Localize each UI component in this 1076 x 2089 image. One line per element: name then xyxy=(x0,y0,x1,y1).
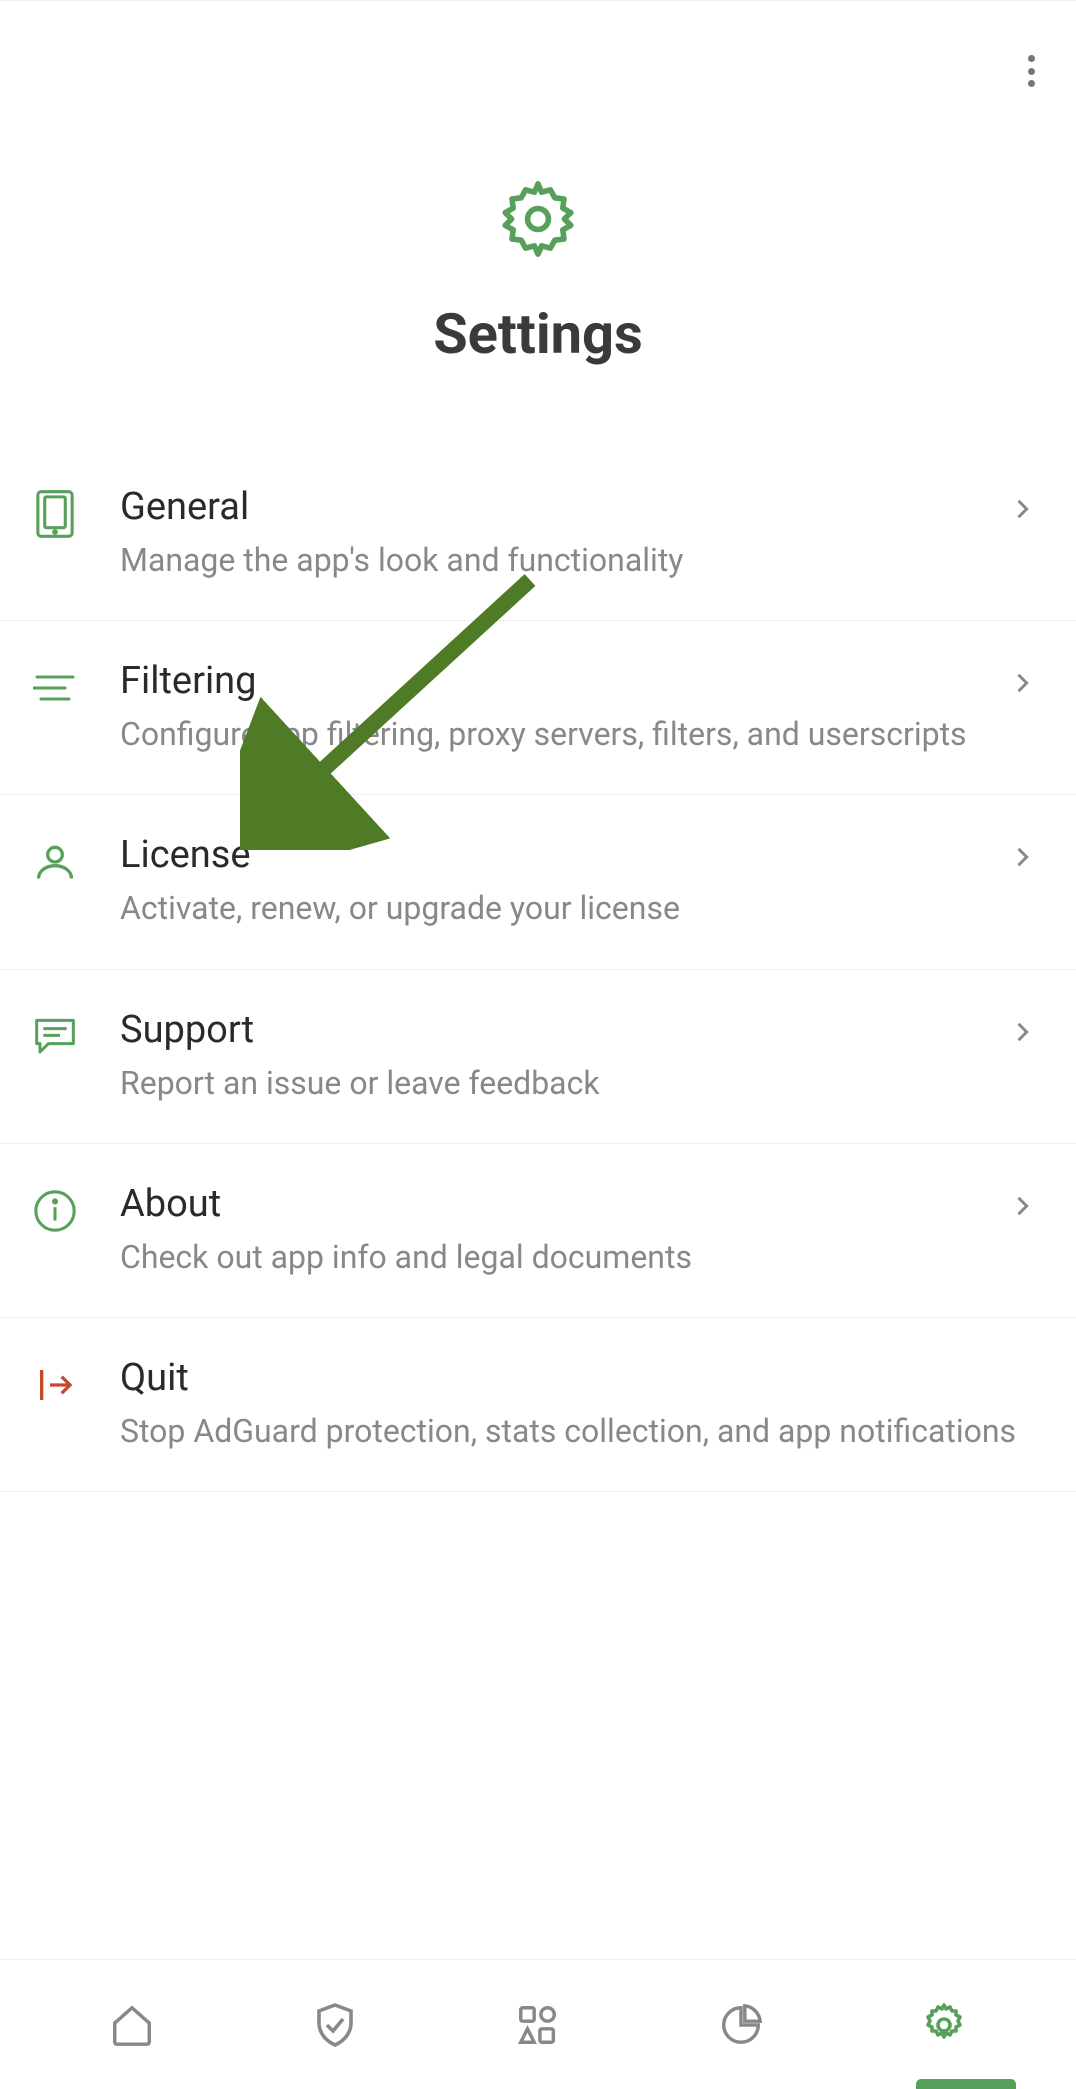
item-title: Support xyxy=(120,1008,968,1052)
quit-icon xyxy=(30,1360,80,1410)
settings-item-filtering[interactable]: Filtering Configure app filtering, proxy… xyxy=(0,621,1076,795)
item-subtitle: Activate, renew, or upgrade your license xyxy=(120,887,968,930)
item-subtitle: Check out app info and legal documents xyxy=(120,1236,968,1279)
nav-home-icon[interactable] xyxy=(102,1995,162,2055)
settings-item-license[interactable]: License Activate, renew, or upgrade your… xyxy=(0,795,1076,969)
item-subtitle: Stop AdGuard protection, stats collectio… xyxy=(120,1410,1036,1453)
item-text: Quit Stop AdGuard protection, stats coll… xyxy=(120,1356,1036,1453)
item-title: License xyxy=(120,833,968,877)
nav-shield-icon[interactable] xyxy=(305,1995,365,2055)
page-title: Settings xyxy=(433,301,643,367)
settings-list: General Manage the app's look and functi… xyxy=(0,447,1076,1959)
settings-item-support[interactable]: Support Report an issue or leave feedbac… xyxy=(0,970,1076,1144)
topbar xyxy=(0,1,1076,141)
settings-item-quit[interactable]: Quit Stop AdGuard protection, stats coll… xyxy=(0,1318,1076,1492)
settings-item-general[interactable]: General Manage the app's look and functi… xyxy=(0,447,1076,621)
chevron-right-icon xyxy=(1008,843,1036,875)
header: Settings xyxy=(0,141,1076,447)
item-title: Filtering xyxy=(120,659,968,703)
nav-stats-icon[interactable] xyxy=(711,1995,771,2055)
nav-active-indicator xyxy=(916,2079,1016,2089)
chevron-right-icon xyxy=(1008,1192,1036,1224)
item-title: About xyxy=(120,1182,968,1226)
gear-icon xyxy=(490,171,586,271)
filter-icon xyxy=(30,663,80,713)
item-text: Support Report an issue or leave feedbac… xyxy=(120,1008,968,1105)
bottom-navbar xyxy=(0,1959,1076,2089)
item-subtitle: Manage the app's look and functionality xyxy=(120,539,968,582)
user-icon xyxy=(30,837,80,887)
item-text: General Manage the app's look and functi… xyxy=(120,485,968,582)
chevron-right-icon xyxy=(1008,1018,1036,1050)
settings-item-about[interactable]: About Check out app info and legal docum… xyxy=(0,1144,1076,1318)
chat-icon xyxy=(30,1012,80,1062)
info-icon xyxy=(30,1186,80,1236)
item-subtitle: Report an issue or leave feedback xyxy=(120,1062,968,1105)
chevron-right-icon xyxy=(1008,669,1036,701)
item-subtitle: Configure app filtering, proxy servers, … xyxy=(120,713,968,756)
nav-apps-icon[interactable] xyxy=(508,1995,568,2055)
item-title: Quit xyxy=(120,1356,1036,1400)
item-title: General xyxy=(120,485,968,529)
item-text: License Activate, renew, or upgrade your… xyxy=(120,833,968,930)
settings-screen: Settings General Manage the app's look a… xyxy=(0,0,1076,2089)
nav-settings-icon[interactable] xyxy=(914,1995,974,2055)
chevron-right-icon xyxy=(1008,495,1036,527)
item-text: About Check out app info and legal docum… xyxy=(120,1182,968,1279)
more-menu-icon[interactable] xyxy=(1028,51,1036,91)
item-text: Filtering Configure app filtering, proxy… xyxy=(120,659,968,756)
device-icon xyxy=(30,489,80,539)
